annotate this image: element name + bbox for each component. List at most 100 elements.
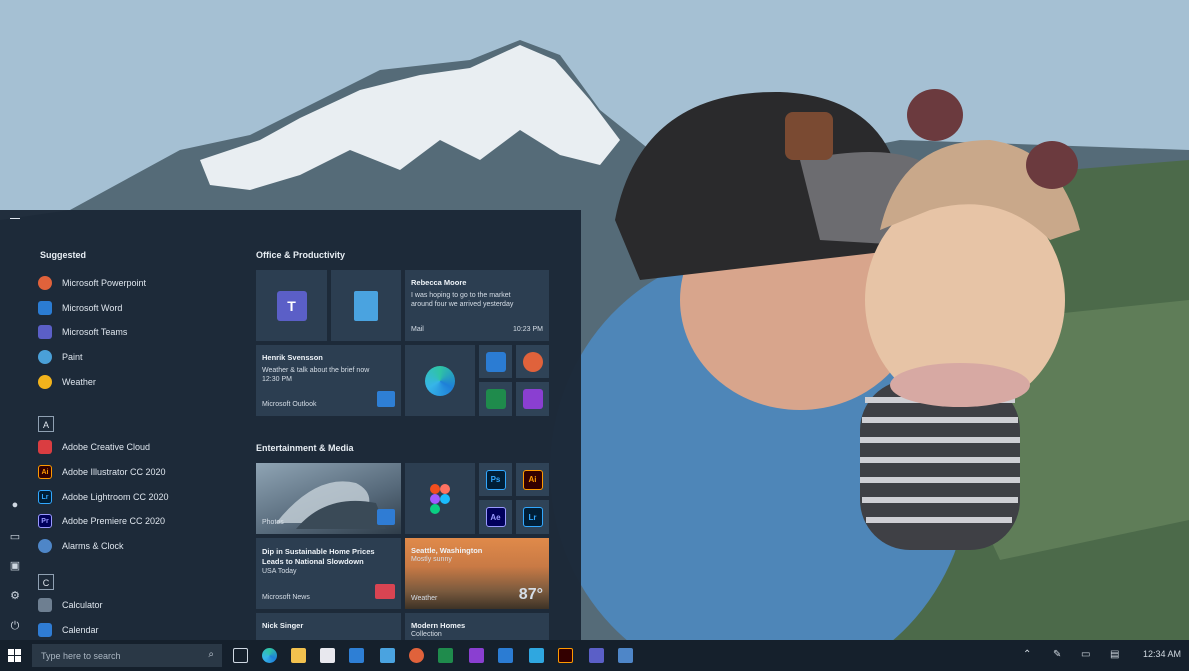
teams-icon[interactable]	[589, 648, 604, 663]
remote-desktop-icon[interactable]	[529, 648, 544, 663]
app-item-powerpoint[interactable]: Microsoft Powerpoint	[38, 272, 238, 294]
app-label: Adobe Creative Cloud	[62, 442, 151, 452]
lightroom-icon: Lr	[38, 490, 52, 504]
outlook-icon	[377, 391, 395, 407]
app-label: Weather	[62, 377, 96, 387]
outlook-preview-line1: Weather & talk about the brief now	[262, 367, 370, 374]
tile-powerpoint[interactable]	[516, 345, 549, 378]
word-icon	[485, 351, 506, 372]
teams-icon	[38, 325, 52, 339]
tile-word[interactable]	[479, 345, 512, 378]
documents-icon[interactable]: ▭	[8, 530, 22, 544]
tile-outlook[interactable]: Henrik Svensson Weather & talk about the…	[256, 345, 401, 416]
clock-time[interactable]: 12:34 AM	[1143, 649, 1181, 659]
news-headline-line2: Leads to National Slowdown	[262, 557, 364, 566]
file-explorer-icon[interactable]	[291, 648, 306, 663]
app-item-lightroom[interactable]: Lr Adobe Lightroom CC 2020	[38, 486, 238, 508]
weather-app-label: Weather	[411, 595, 438, 602]
power-icon[interactable]: ⏻	[8, 619, 22, 633]
search-icon: ⌕	[208, 649, 214, 660]
edge-icon[interactable]	[262, 648, 277, 663]
news-headline-line1: Dip in Sustainable Home Prices	[262, 547, 375, 556]
tile-figma[interactable]	[405, 463, 475, 534]
group-header-a[interactable]: A	[38, 416, 54, 432]
news-icon	[375, 584, 395, 599]
windows-start-icon[interactable]	[8, 649, 21, 662]
tile-onenote[interactable]	[516, 382, 549, 416]
tile-edge[interactable]	[405, 345, 475, 416]
alarm-clock-icon	[38, 539, 52, 553]
figma-icon	[430, 483, 450, 514]
app-item-creative-cloud[interactable]: Adobe Creative Cloud	[38, 436, 238, 458]
app-item-paint[interactable]: Paint	[38, 346, 238, 368]
onenote-icon	[522, 389, 543, 409]
powerpoint-icon[interactable]	[409, 648, 424, 663]
battery-icon[interactable]: ▭	[1081, 649, 1090, 660]
tile-notepad[interactable]	[331, 270, 401, 341]
group-header-c[interactable]: C	[38, 574, 54, 590]
tile-photos[interactable]: Photos	[256, 463, 401, 534]
app-item-illustrator[interactable]: Ai Adobe Illustrator CC 2020	[38, 461, 238, 483]
app-item-teams[interactable]: Microsoft Teams	[38, 321, 238, 343]
app-item-word[interactable]: Microsoft Word	[38, 297, 238, 319]
weather-condition: Mostly sunny	[411, 556, 452, 563]
illustrator-icon[interactable]	[558, 648, 573, 663]
app-label: Microsoft Word	[62, 303, 123, 313]
mail-preview-line1: I was hoping to go to the market	[411, 292, 511, 299]
photos-icon	[377, 509, 395, 525]
app-label: Adobe Illustrator CC 2020	[62, 467, 166, 477]
tile-modern-homes[interactable]: Modern Homes Collection	[405, 613, 549, 640]
weather-temperature: 87°	[518, 586, 543, 603]
notepad-icon[interactable]	[380, 648, 395, 663]
tile-mail[interactable]: Rebecca Moore I was hoping to go to the …	[405, 270, 549, 341]
suggested-heading: Suggested	[40, 250, 87, 260]
tile-weather[interactable]: Seattle, Washington Mostly sunny Weather…	[405, 538, 549, 609]
onenote-icon[interactable]	[469, 648, 484, 663]
weather-icon	[38, 375, 52, 389]
tile-lightroom[interactable]: Lr	[516, 500, 549, 534]
network-icon[interactable]: ▤	[1110, 649, 1119, 660]
tile-illustrator[interactable]: Ai	[516, 463, 549, 496]
pen-icon[interactable]: ✎	[1053, 649, 1061, 660]
app-label: Microsoft Powerpoint	[62, 278, 147, 288]
creative-cloud-icon	[38, 440, 52, 454]
show-hidden-icons-chevron-icon[interactable]: ⌃	[1023, 649, 1031, 660]
app-item-calendar[interactable]: Calendar	[38, 619, 238, 641]
tile-after-effects[interactable]: Ae	[479, 500, 512, 534]
app-label: Adobe Premiere CC 2020	[62, 516, 166, 526]
lightroom-icon: Lr	[522, 507, 543, 527]
mail-sender: Rebecca Moore	[411, 278, 467, 287]
calculator-icon	[38, 598, 52, 612]
excel-icon[interactable]	[438, 648, 453, 663]
mail-time: 10:23 PM	[513, 326, 543, 333]
illustrator-icon: Ai	[38, 465, 52, 479]
outlook-icon[interactable]	[349, 648, 364, 663]
tile-excel[interactable]	[479, 382, 512, 416]
app-item-premiere[interactable]: Pr Adobe Premiere CC 2020	[38, 510, 238, 532]
task-view-icon[interactable]	[233, 648, 248, 663]
app-item-weather[interactable]: Weather	[38, 371, 238, 393]
modern-homes-subtitle: Collection	[411, 631, 442, 638]
edge-icon	[425, 365, 455, 396]
excel-icon	[485, 389, 506, 409]
photos-icon[interactable]	[618, 648, 633, 663]
tile-movie[interactable]: Nick Singer	[256, 613, 401, 640]
pictures-icon[interactable]: ▣	[8, 559, 22, 573]
tile-news[interactable]: Dip in Sustainable Home Prices Leads to …	[256, 538, 401, 609]
notepad-icon	[354, 290, 378, 321]
app-item-calculator[interactable]: Calculator	[38, 594, 238, 616]
tile-teams[interactable]: T	[256, 270, 327, 341]
store-icon[interactable]	[320, 648, 335, 663]
word-icon[interactable]	[498, 648, 513, 663]
user-account-icon[interactable]: ●	[8, 498, 22, 512]
mail-preview-line2: around four we arrived yesterday	[411, 301, 514, 308]
news-source: USA Today	[262, 568, 297, 575]
app-item-alarms-clock[interactable]: Alarms & Clock	[38, 535, 238, 557]
menu-expand-icon[interactable]	[10, 218, 20, 219]
photos-label: Photos	[262, 519, 284, 526]
taskbar-search-box[interactable]: Type here to search ⌕	[32, 644, 222, 667]
tile-photoshop[interactable]: Ps	[479, 463, 512, 496]
outlook-sender: Henrik Svensson	[262, 353, 323, 362]
office-productivity-heading: Office & Productivity	[256, 250, 346, 260]
settings-gear-icon[interactable]: ⚙	[8, 589, 22, 603]
